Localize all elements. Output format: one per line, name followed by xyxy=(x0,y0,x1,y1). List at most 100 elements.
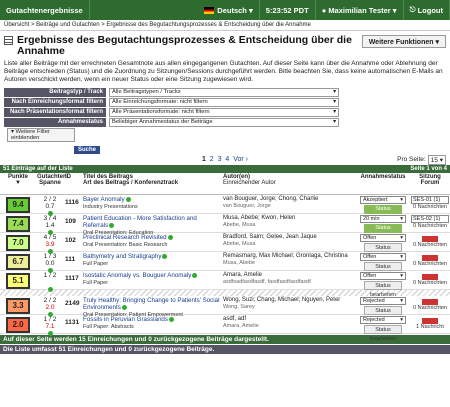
per-page-label: Pro Seite: xyxy=(397,156,426,163)
reviews-cell: 2 / 2 2.0 xyxy=(36,296,64,317)
author-list[interactable]: Bradford, Saim; Gelee, Jean Jaque xyxy=(223,234,317,240)
author-cell: Musa, Abebe; Kwon, Helen Abebe, Musa xyxy=(222,214,356,232)
author-list[interactable]: Musa, Abebe; Kwon, Helen xyxy=(223,215,295,221)
paper-title-link[interactable]: Preclinical Research Revisited xyxy=(83,234,167,241)
next-page[interactable]: Vor › xyxy=(233,156,248,163)
pagination-row: 1 2 3 4 Vor › Pro Seite: 15 ▾ xyxy=(0,154,450,165)
sort-icon: ▼ xyxy=(15,180,21,186)
paper-title-link[interactable]: Bayer Anomaly xyxy=(83,196,125,203)
review-span: 7.1 xyxy=(45,323,55,330)
filter-value: Alle Beitragstypen / Tracks xyxy=(112,89,181,95)
submitting-author: Abebe, Musa xyxy=(223,241,256,247)
table-header: Punkte ▼ Gutachten Spanne ID Titel des Be… xyxy=(0,173,450,195)
check-icon xyxy=(162,253,168,259)
author-list[interactable]: Remasmarg, Max Michael; Gronlaga, Christ… xyxy=(223,253,348,259)
author-cell: Remasmarg, Max Michael; Gronlaga, Christ… xyxy=(222,252,356,270)
paper-title-link[interactable]: Bathymetry and Stratigraphy xyxy=(83,253,161,260)
col-title[interactable]: Titel des Beitrags Art des Beitrags / Kon… xyxy=(82,173,222,194)
author-list[interactable]: Amara, Amelie xyxy=(223,272,262,278)
paper-track: Full Paper xyxy=(83,280,109,286)
edit-status-button[interactable]: Status bearbeiten xyxy=(364,224,402,240)
score-badge: 5.1 xyxy=(6,273,30,289)
edit-status-button[interactable]: Status bearbeiten xyxy=(364,281,402,298)
filter-select-presentation[interactable]: Alle Präsentationsformate: nicht filtern… xyxy=(109,108,339,117)
page-3[interactable]: 3 xyxy=(218,156,222,163)
message-count[interactable]: 0 Nachrichten xyxy=(411,223,449,229)
review-count: 2 / 2 xyxy=(43,196,57,203)
author-list[interactable]: asdf, adf xyxy=(223,316,246,322)
more-functions-button[interactable]: Weitere Funktionen ▾ xyxy=(361,35,446,48)
page-2[interactable]: 2 xyxy=(210,156,214,163)
col-gutachten[interactable]: Gutachten Spanne xyxy=(36,173,67,194)
page-info: Seite 1 von 4 xyxy=(410,166,447,172)
check-icon xyxy=(121,304,127,310)
comment-icon[interactable] xyxy=(48,286,53,292)
list-icon xyxy=(4,36,13,45)
session-select[interactable]: SES-02 (1) xyxy=(411,215,449,223)
page-1[interactable]: 1 xyxy=(202,156,206,163)
col-forum[interactable]: Sitzung Forum xyxy=(410,173,450,194)
paper-title-link[interactable]: Truly Healthy: Bringing Change to Patien… xyxy=(83,297,219,311)
status-select[interactable]: Rejected ▾ xyxy=(360,297,406,305)
status-select[interactable]: Offen ▾ xyxy=(360,253,406,261)
status-select[interactable]: Offen ▾ xyxy=(360,272,406,280)
app-title[interactable]: Gutachtenergebnisse xyxy=(0,0,90,20)
author-list[interactable]: van Bouguer, Jorge; Chong, Charlie xyxy=(223,196,318,202)
paper-track: Full Paper: Abstracts xyxy=(83,324,134,330)
status-value: Akzeptiert xyxy=(363,197,388,203)
message-count[interactable]: 0 Nachrichten xyxy=(411,242,449,248)
user-menu[interactable]: ● Maximilian Tester ▾ xyxy=(316,0,404,20)
search-button[interactable]: Suche xyxy=(74,146,101,154)
page-description: Liste aller Beiträge mit der errechneten… xyxy=(4,60,443,83)
logout-button[interactable]: ⎋ Logout xyxy=(404,0,450,20)
review-count: 1 / 2 xyxy=(43,272,57,279)
author-list[interactable]: Wong, Suzi; Chang, Michael; Nguyen, Pete… xyxy=(223,297,340,303)
paper-title-link[interactable]: Fossils in Peruvian Grasslands xyxy=(83,316,168,323)
message-count[interactable]: 1 Nachricht xyxy=(411,324,449,330)
filter-value: Alle Präsentationsformate: nicht filtern xyxy=(112,109,210,115)
score-cell: 6.7 xyxy=(0,252,36,270)
comment-icon[interactable] xyxy=(48,330,53,336)
submitting-author: Wong, Sarey xyxy=(223,304,255,310)
col-id[interactable]: ID xyxy=(64,173,82,194)
check-icon xyxy=(109,222,115,228)
col-status[interactable]: Annahmestatus xyxy=(356,173,410,194)
id-cell: 1116 xyxy=(65,199,79,206)
filter-select-submission[interactable]: Alle Einreichungsformate: nicht filtern ▾ xyxy=(109,98,339,107)
score-badge: 6.7 xyxy=(6,254,30,270)
review-span: 2.0 xyxy=(45,304,55,311)
edit-status-button[interactable]: Status bearbeiten xyxy=(364,325,402,342)
filter-panel: Beitragstyp / Track Alle Beitragstypen / … xyxy=(4,88,446,154)
per-page-select[interactable]: 15 ▾ xyxy=(427,154,446,165)
user-name: Maximilian Tester xyxy=(328,5,391,15)
edit-status-button[interactable]: Status bearbeiten xyxy=(364,262,402,279)
session-select[interactable]: SES-01 (1) xyxy=(411,196,449,204)
list-info-bar: 51 Einträge auf der Liste Seite 1 von 4 xyxy=(0,165,450,173)
status-select[interactable]: Offen ▾ xyxy=(360,234,406,242)
col-punkte[interactable]: Punkte ▼ xyxy=(0,173,36,194)
status-select[interactable]: Akzeptiert ▾ xyxy=(360,196,406,204)
more-filters-button[interactable]: ▾ Weitere Filter einblenden xyxy=(7,128,75,142)
paper-title-link[interactable]: Isostatic Anomaly vs. Bouguer Anomaly xyxy=(83,272,191,279)
filter-select-status[interactable]: Beliebiger Annahmestatus der Beiträge ▾ xyxy=(109,118,339,127)
forum-cell: SES-02 (1) 0 Nachrichten xyxy=(410,214,450,232)
status-select[interactable]: Rejected ▾ xyxy=(360,316,406,324)
message-count[interactable]: 0 Nachrichten xyxy=(411,305,449,311)
edit-status-button[interactable]: Status bearbeiten xyxy=(364,243,402,260)
status-value: Rejected xyxy=(363,317,385,323)
language-select[interactable]: Deutsch ▾ xyxy=(198,0,260,20)
message-count[interactable]: 0 Nachrichten xyxy=(411,204,449,210)
page-4[interactable]: 4 xyxy=(225,156,229,163)
message-count[interactable]: 0 Nachrichten xyxy=(411,261,449,267)
col-author[interactable]: Autor(en) Einreichender Autor xyxy=(222,173,356,194)
edit-status-button[interactable]: Status bearbeiten xyxy=(364,306,402,323)
reviews-cell: 1 / 2 7.1 xyxy=(36,315,64,336)
reviews-cell: 3 / 4 1.4 xyxy=(36,214,64,235)
status-select[interactable]: 20 min ▾ xyxy=(360,215,406,223)
breadcrumb[interactable]: Übersicht > Beiträge und Gutachten > Erg… xyxy=(0,20,450,31)
forum-cell: 1 Nachricht xyxy=(410,315,450,333)
message-count[interactable]: 0 Nachrichten xyxy=(411,280,449,286)
filter-select-track[interactable]: Alle Beitragstypen / Tracks ▾ xyxy=(109,88,339,97)
paper-title-link[interactable]: Patient Education - More Satisfaction an… xyxy=(83,215,197,229)
edit-status-button[interactable]: Status bearbeiten xyxy=(364,205,402,221)
